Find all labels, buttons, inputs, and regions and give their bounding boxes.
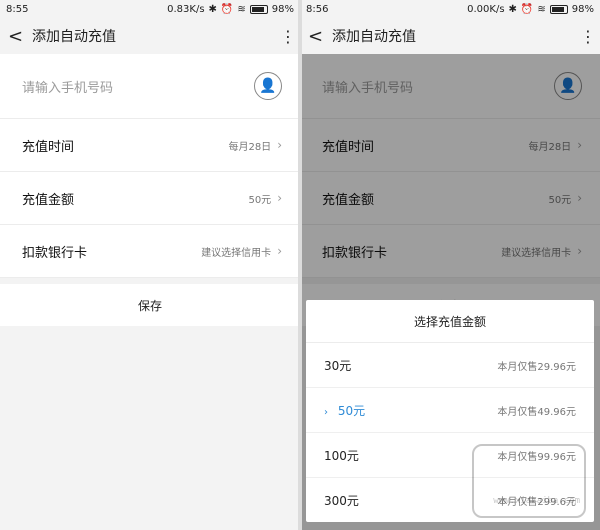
amount-option-note: 本月仅售299.6元: [497, 496, 576, 508]
amount-option-note: 本月仅售99.96元: [497, 451, 576, 463]
battery-icon: [249, 4, 268, 14]
save-button[interactable]: 保存: [0, 284, 300, 326]
recharge-amount-text: 50元: [248, 194, 272, 206]
amount-option-note: 本月仅售29.96元: [497, 361, 576, 373]
phone-input[interactable]: 请输入手机号码: [22, 77, 113, 96]
page-title: 添加自动充值: [332, 29, 416, 45]
recharge-time-label: 充值时间: [22, 139, 75, 155]
amount-option-30[interactable]: 30元 本月仅售29.96元: [306, 343, 594, 388]
chevron-right-icon: ›: [277, 191, 282, 205]
bank-card-row[interactable]: 扣款银行卡 建议选择信用卡 ›: [0, 225, 300, 278]
alarm-icon: ⏰: [520, 3, 534, 15]
status-time: 8:55: [6, 3, 29, 15]
form-card: 请输入手机号码 👤 充值时间 每月28日 › 充值金额 50元 › 扣款银行卡: [0, 54, 300, 278]
status-time: 8:56: [306, 3, 329, 15]
back-icon[interactable]: <: [8, 26, 28, 47]
more-vert-icon[interactable]: ⋮: [280, 27, 296, 46]
contact-icon[interactable]: 👤: [254, 72, 282, 100]
phone-input-row[interactable]: 请输入手机号码 👤: [0, 54, 300, 119]
sheet-title: 选择充值金额: [306, 300, 594, 343]
amount-option-label: 100元: [324, 448, 359, 463]
amount-picker-sheet: 选择充值金额 30元 本月仅售29.96元 › 50元 本月仅售49.96元 1…: [306, 300, 594, 522]
status-bar: 8:55 0.83K/s ✱ ⏰ ≋ 98%: [0, 0, 300, 18]
recharge-amount-label: 充值金额: [22, 192, 75, 208]
wifi-icon: ≋: [537, 3, 546, 15]
page-title: 添加自动充值: [32, 29, 116, 45]
amount-option-note: 本月仅售49.96元: [497, 406, 576, 418]
left-screen: 8:55 0.83K/s ✱ ⏰ ≋ 98% < 添加自动充值 ⋮ 请输入手机号…: [0, 0, 300, 530]
amount-option-label: 300元: [324, 493, 359, 508]
more-vert-icon[interactable]: ⋮: [580, 27, 596, 46]
divider: [298, 0, 302, 530]
wifi-icon: ≋: [237, 3, 246, 15]
selected-chevron-icon: ›: [324, 406, 328, 418]
recharge-time-row[interactable]: 充值时间 每月28日 ›: [0, 119, 300, 172]
chevron-right-icon: ›: [277, 244, 282, 258]
amount-option-50[interactable]: › 50元 本月仅售49.96元: [306, 388, 594, 433]
recharge-amount-value: 50元 ›: [248, 191, 282, 206]
status-right: 0.83K/s ✱ ⏰ ≋ 98%: [167, 4, 294, 15]
chevron-right-icon: ›: [277, 138, 282, 152]
status-right: 0.00K/s ✱ ⏰ ≋ 98%: [467, 4, 594, 15]
recharge-amount-row[interactable]: 充值金额 50元 ›: [0, 172, 300, 225]
recharge-time-value: 每月28日 ›: [228, 138, 282, 153]
bluetooth-icon: ✱: [208, 3, 217, 15]
bank-card-value: 建议选择信用卡 ›: [201, 244, 282, 259]
network-speed: 0.83K/s: [167, 3, 205, 15]
back-icon[interactable]: <: [308, 26, 328, 47]
network-speed: 0.00K/s: [467, 3, 505, 15]
bank-card-label: 扣款银行卡: [22, 245, 88, 261]
recharge-time-text: 每月28日: [228, 141, 272, 153]
battery-percent: 98%: [271, 3, 294, 15]
status-bar: 8:56 0.00K/s ✱ ⏰ ≋ 98%: [300, 0, 600, 18]
battery-icon: [549, 4, 568, 14]
bluetooth-icon: ✱: [508, 3, 517, 15]
amount-option-300[interactable]: 300元 本月仅售299.6元: [306, 478, 594, 522]
root: 8:55 0.83K/s ✱ ⏰ ≋ 98% < 添加自动充值 ⋮ 请输入手机号…: [0, 0, 600, 530]
title-bar: < 添加自动充值 ⋮: [0, 18, 300, 54]
bank-card-text: 建议选择信用卡: [201, 247, 272, 259]
amount-option-text: 50元: [337, 403, 366, 418]
battery-percent: 98%: [571, 3, 594, 15]
title-bar: < 添加自动充值 ⋮: [300, 18, 600, 54]
amount-option-100[interactable]: 100元 本月仅售99.96元: [306, 433, 594, 478]
right-screen: 8:56 0.00K/s ✱ ⏰ ≋ 98% < 添加自动充值 ⋮ 请输入手机号…: [300, 0, 600, 530]
alarm-icon: ⏰: [220, 3, 234, 15]
amount-option-label: › 50元: [324, 402, 365, 419]
amount-option-label: 30元: [324, 358, 352, 373]
